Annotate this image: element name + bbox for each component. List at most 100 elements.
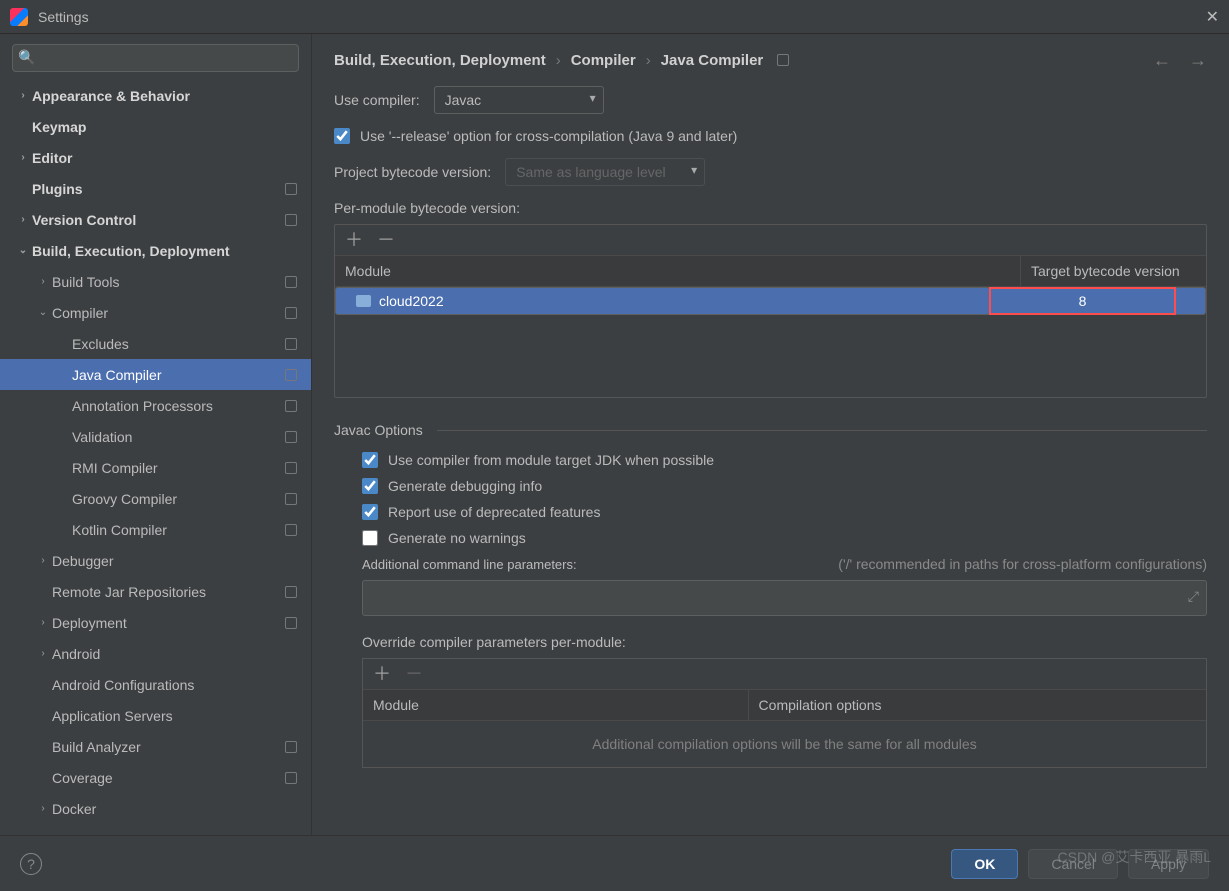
search-input[interactable] — [12, 44, 299, 72]
project-badge-icon — [285, 772, 297, 784]
addl-params-label: Additional command line parameters: — [362, 557, 577, 572]
chevron-icon: ⌄ — [14, 245, 32, 256]
project-badge-icon — [285, 276, 297, 288]
tree-item-docker[interactable]: ›Docker — [0, 793, 311, 824]
settings-tree[interactable]: ›Appearance & BehaviorKeymap›EditorPlugi… — [0, 80, 311, 835]
tree-item-compiler[interactable]: ⌄Compiler — [0, 297, 311, 328]
tree-item-deployment[interactable]: ›Deployment — [0, 607, 311, 638]
tree-item-keymap[interactable]: Keymap — [0, 111, 311, 142]
nav-forward-icon[interactable]: → — [1189, 50, 1207, 71]
chevron-icon: › — [14, 214, 32, 225]
target-bytecode-cell[interactable]: 8 — [990, 288, 1175, 314]
chevron-icon: › — [14, 90, 32, 101]
chevron-right-icon: › — [646, 52, 651, 69]
close-icon[interactable]: ✕ — [1206, 7, 1219, 27]
project-badge-icon — [777, 54, 789, 66]
tree-item-editor[interactable]: ›Editor — [0, 142, 311, 173]
chevron-right-icon: › — [556, 52, 561, 69]
project-badge-icon — [285, 400, 297, 412]
breadcrumb-item[interactable]: Build, Execution, Deployment — [334, 52, 546, 69]
override-table: ＋ － Module Compilation options Additiona… — [362, 658, 1207, 768]
use-compiler-select[interactable]: Javac — [434, 86, 604, 114]
folder-icon — [356, 295, 371, 307]
tree-item-excludes[interactable]: Excludes — [0, 328, 311, 359]
project-bytecode-select[interactable]: Same as language level — [505, 158, 705, 186]
tree-item-build-execution-deployment[interactable]: ⌄Build, Execution, Deployment — [0, 235, 311, 266]
chevron-icon: ⌄ — [34, 307, 52, 318]
project-bytecode-label: Project bytecode version: — [334, 164, 491, 180]
tree-item-plugins[interactable]: Plugins — [0, 173, 311, 204]
use-compiler-label: Use compiler: — [334, 92, 420, 108]
column-module[interactable]: Module — [363, 690, 749, 720]
project-badge-icon — [285, 338, 297, 350]
opt-jdk-checkbox[interactable]: Use compiler from module target JDK when… — [362, 452, 1207, 468]
override-label: Override compiler parameters per-module: — [362, 634, 1207, 650]
help-icon[interactable]: ? — [20, 853, 42, 875]
project-badge-icon — [285, 183, 297, 195]
opt-deprecated-checkbox[interactable]: Report use of deprecated features — [362, 504, 1207, 520]
tree-item-groovy-compiler[interactable]: Groovy Compiler — [0, 483, 311, 514]
opt-nowarn-checkbox[interactable]: Generate no warnings — [362, 530, 1207, 546]
dialog-footer: ? OK Cancel Apply — [0, 835, 1229, 891]
chevron-icon: › — [34, 555, 52, 566]
tree-item-build-analyzer[interactable]: Build Analyzer — [0, 731, 311, 762]
project-badge-icon — [285, 524, 297, 536]
tree-item-validation[interactable]: Validation — [0, 421, 311, 452]
project-badge-icon — [285, 307, 297, 319]
javac-options-legend: Javac Options — [334, 422, 437, 438]
titlebar: Settings ✕ — [0, 0, 1229, 34]
project-badge-icon — [285, 431, 297, 443]
project-badge-icon — [285, 586, 297, 598]
nav-back-icon[interactable]: ← — [1153, 50, 1171, 71]
tree-item-application-servers[interactable]: Application Servers — [0, 700, 311, 731]
tree-item-appearance-behavior[interactable]: ›Appearance & Behavior — [0, 80, 311, 111]
column-module[interactable]: Module — [335, 256, 1021, 286]
app-logo-icon — [10, 8, 28, 26]
chevron-icon: › — [14, 152, 32, 163]
settings-sidebar: 🔍 ›Appearance & BehaviorKeymap›EditorPlu… — [0, 34, 312, 835]
addl-params-hint: ('/' recommended in paths for cross-plat… — [838, 556, 1207, 572]
remove-icon[interactable]: － — [377, 231, 395, 249]
column-target[interactable]: Target bytecode version — [1021, 256, 1206, 286]
tree-item-annotation-processors[interactable]: Annotation Processors — [0, 390, 311, 421]
window-title: Settings — [38, 9, 89, 25]
per-module-table: ＋ － Module Target bytecode version cloud… — [334, 224, 1207, 398]
per-module-label: Per-module bytecode version: — [334, 200, 1207, 216]
tree-item-debugger[interactable]: ›Debugger — [0, 545, 311, 576]
project-badge-icon — [285, 493, 297, 505]
tree-item-rmi-compiler[interactable]: RMI Compiler — [0, 452, 311, 483]
add-icon[interactable]: ＋ — [373, 665, 391, 683]
apply-button[interactable]: Apply — [1128, 849, 1209, 879]
opt-debug-checkbox[interactable]: Generate debugging info — [362, 478, 1207, 494]
expand-icon[interactable]: ⤢ — [1188, 588, 1199, 605]
chevron-icon: › — [34, 276, 52, 287]
table-row[interactable]: cloud20228 — [335, 287, 1206, 315]
tree-item-build-tools[interactable]: ›Build Tools — [0, 266, 311, 297]
tree-item-kotlin-compiler[interactable]: Kotlin Compiler — [0, 514, 311, 545]
tree-item-coverage[interactable]: Coverage — [0, 762, 311, 793]
chevron-icon: › — [34, 617, 52, 628]
project-badge-icon — [285, 214, 297, 226]
project-badge-icon — [285, 462, 297, 474]
tree-item-remote-jar-repositories[interactable]: Remote Jar Repositories — [0, 576, 311, 607]
breadcrumb-item[interactable]: Compiler — [571, 52, 636, 69]
cancel-button[interactable]: Cancel — [1028, 849, 1118, 879]
release-option-checkbox[interactable]: Use '--release' option for cross-compila… — [334, 128, 1207, 144]
breadcrumb: Build, Execution, Deployment › Compiler … — [312, 34, 1229, 86]
project-badge-icon — [285, 741, 297, 753]
column-options[interactable]: Compilation options — [749, 690, 1206, 720]
search-field[interactable]: 🔍 — [12, 44, 299, 72]
search-icon: 🔍 — [18, 49, 35, 66]
tree-item-version-control[interactable]: ›Version Control — [0, 204, 311, 235]
add-icon[interactable]: ＋ — [345, 231, 363, 249]
tree-item-android[interactable]: ›Android — [0, 638, 311, 669]
addl-params-input[interactable] — [362, 580, 1207, 616]
tree-item-java-compiler[interactable]: Java Compiler — [0, 359, 311, 390]
remove-icon: － — [405, 665, 423, 683]
tree-item-android-configurations[interactable]: Android Configurations — [0, 669, 311, 700]
breadcrumb-item: Java Compiler — [661, 52, 764, 69]
project-badge-icon — [285, 369, 297, 381]
ok-button[interactable]: OK — [951, 849, 1018, 879]
chevron-icon: › — [34, 648, 52, 659]
project-badge-icon — [285, 617, 297, 629]
